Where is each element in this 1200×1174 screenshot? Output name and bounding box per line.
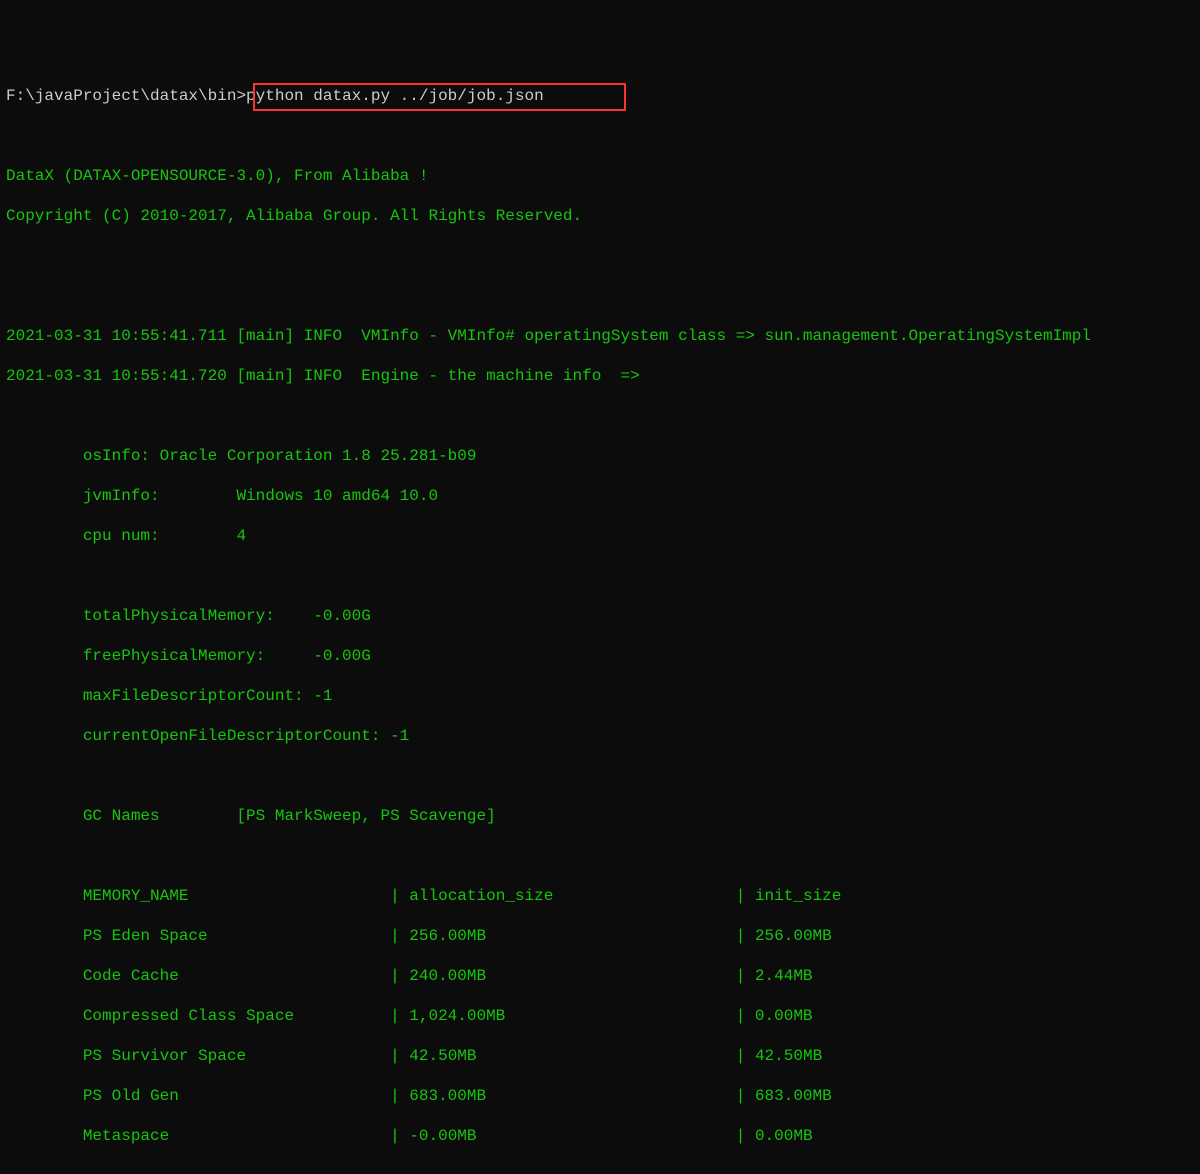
command-text: python datax.py ../job/job.json — [246, 87, 544, 105]
table-spacer — [179, 967, 390, 985]
prompt-path: F:\javaProject\datax\bin> — [6, 87, 246, 105]
table-divider: | — [390, 1087, 409, 1105]
gc-names-line: GC Names [PS MarkSweep, PS Scavenge] — [6, 806, 1194, 826]
table-divider: | — [736, 927, 755, 945]
total-physical-memory-line: totalPhysicalMemory: -0.00G — [6, 606, 1194, 626]
free-physical-memory-line: freePhysicalMemory: -0.00G — [6, 646, 1194, 666]
memory-init: 683.00MB — [755, 1087, 832, 1105]
table-spacer — [188, 887, 390, 905]
command-prompt-line[interactable]: F:\javaProject\datax\bin>python datax.py… — [6, 86, 1194, 106]
memory-alloc: 683.00MB — [409, 1087, 486, 1105]
blank-line — [6, 566, 1194, 586]
memory-name: PS Survivor Space — [6, 1047, 246, 1065]
table-spacer — [477, 1047, 736, 1065]
memory-alloc: 256.00MB — [409, 927, 486, 945]
jvm-info-line: jvmInfo: Windows 10 amd64 10.0 — [6, 486, 1194, 506]
memory-header-col3: init_size — [755, 887, 841, 905]
table-divider: | — [390, 1047, 409, 1065]
memory-alloc: -0.00MB — [409, 1127, 476, 1145]
memory-init: 0.00MB — [755, 1127, 813, 1145]
current-open-file-descriptor-line: currentOpenFileDescriptorCount: -1 — [6, 726, 1194, 746]
table-spacer — [553, 887, 735, 905]
blank-line — [6, 846, 1194, 866]
header-line-2: Copyright (C) 2010-2017, Alibaba Group. … — [6, 206, 1194, 226]
table-divider: | — [390, 887, 409, 905]
table-spacer — [486, 927, 736, 945]
header-line-1: DataX (DATAX-OPENSOURCE-3.0), From Aliba… — [6, 166, 1194, 186]
cpu-num-line: cpu num: 4 — [6, 526, 1194, 546]
table-spacer — [246, 1047, 390, 1065]
table-divider: | — [736, 887, 755, 905]
table-divider: | — [736, 1087, 755, 1105]
memory-init: 256.00MB — [755, 927, 832, 945]
table-divider: | — [390, 967, 409, 985]
table-divider: | — [736, 967, 755, 985]
memory-name: Compressed Class Space — [6, 1007, 294, 1025]
memory-name: Code Cache — [6, 967, 179, 985]
table-spacer — [179, 1087, 390, 1105]
table-divider: | — [390, 1127, 409, 1145]
memory-name: PS Eden Space — [6, 927, 208, 945]
memory-name: PS Old Gen — [6, 1087, 179, 1105]
memory-table: MEMORY_NAME | allocation_size | init_siz… — [6, 886, 1194, 906]
blank-line — [6, 766, 1194, 786]
table-divider: | — [736, 1127, 755, 1145]
memory-alloc: 1,024.00MB — [409, 1007, 505, 1025]
memory-init: 2.44MB — [755, 967, 813, 985]
table-row: PS Survivor Space | 42.50MB | 42.50MB — [6, 1046, 1194, 1066]
table-divider: | — [390, 927, 409, 945]
blank-line — [6, 246, 1194, 266]
memory-init: 0.00MB — [755, 1007, 813, 1025]
os-info-line: osInfo: Oracle Corporation 1.8 25.281-b0… — [6, 446, 1194, 466]
memory-init: 42.50MB — [755, 1047, 822, 1065]
table-row: PS Eden Space | 256.00MB | 256.00MB — [6, 926, 1194, 946]
table-spacer — [486, 967, 736, 985]
table-spacer — [486, 1087, 736, 1105]
table-divider: | — [736, 1047, 755, 1065]
blank-line — [6, 126, 1194, 146]
table-row: Code Cache | 240.00MB | 2.44MB — [6, 966, 1194, 986]
blank-line — [6, 406, 1194, 426]
max-file-descriptor-line: maxFileDescriptorCount: -1 — [6, 686, 1194, 706]
memory-name: Metaspace — [6, 1127, 169, 1145]
memory-header-col2: allocation_size — [409, 887, 553, 905]
table-spacer — [208, 927, 390, 945]
table-row: PS Old Gen | 683.00MB | 683.00MB — [6, 1086, 1194, 1106]
log-line-2: 2021-03-31 10:55:41.720 [main] INFO Engi… — [6, 366, 1194, 386]
table-spacer — [294, 1007, 390, 1025]
blank-line — [6, 286, 1194, 306]
memory-alloc: 240.00MB — [409, 967, 486, 985]
memory-alloc: 42.50MB — [409, 1047, 476, 1065]
log-line-1: 2021-03-31 10:55:41.711 [main] INFO VMIn… — [6, 326, 1194, 346]
table-spacer — [477, 1127, 736, 1145]
table-spacer — [505, 1007, 735, 1025]
table-divider: | — [736, 1007, 755, 1025]
table-row: Metaspace | -0.00MB | 0.00MB — [6, 1126, 1194, 1146]
table-divider: | — [390, 1007, 409, 1025]
memory-header-col1: MEMORY_NAME — [6, 887, 188, 905]
table-spacer — [169, 1127, 390, 1145]
table-row: Compressed Class Space | 1,024.00MB | 0.… — [6, 1006, 1194, 1026]
